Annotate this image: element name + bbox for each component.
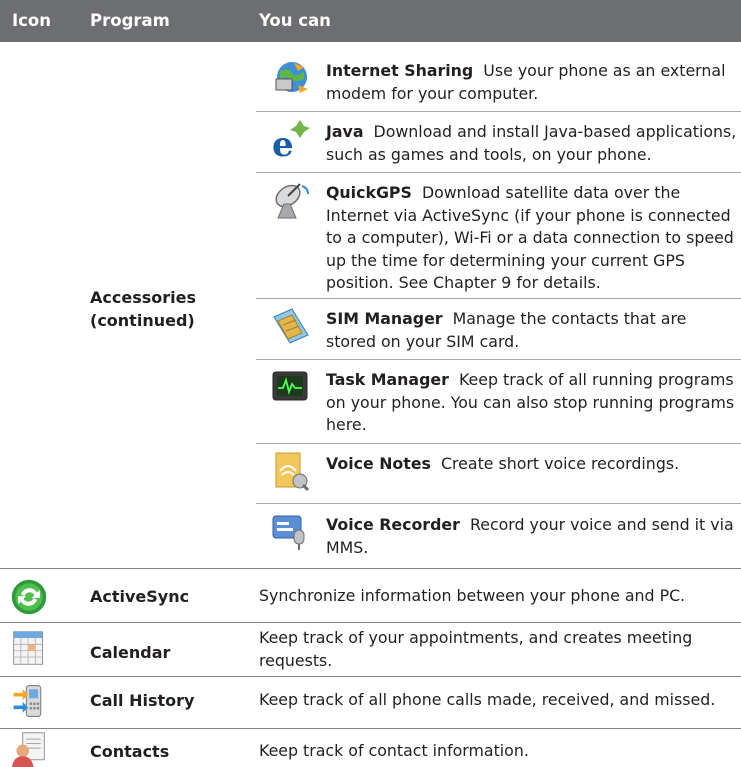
activesync-icon xyxy=(11,579,47,615)
contacts-icon xyxy=(11,732,45,767)
header-you-can: You can xyxy=(259,11,331,30)
quickgps-satellite-icon xyxy=(275,183,309,219)
divider xyxy=(0,622,741,623)
java-icon: e xyxy=(272,120,310,160)
desc-contacts: Keep track of contact information. xyxy=(259,741,529,760)
desc-call-history: Keep track of all phone calls made, rece… xyxy=(259,690,716,709)
divider xyxy=(256,503,741,504)
divider xyxy=(256,172,741,173)
divider xyxy=(0,676,741,677)
header-program: Program xyxy=(90,11,170,30)
item-sim-manager: SIM Manager Manage the contacts that are… xyxy=(326,309,687,351)
voice-recorder-icon xyxy=(272,515,305,550)
internet-sharing-icon xyxy=(275,62,308,93)
program-call-history: Call History xyxy=(90,691,195,710)
header-icon: Icon xyxy=(12,11,52,30)
calendar-icon xyxy=(13,631,44,665)
task-manager-icon xyxy=(272,371,308,401)
item-task-manager: Task Manager Keep track of all running p… xyxy=(326,370,735,435)
divider xyxy=(256,111,741,112)
divider xyxy=(0,728,741,729)
item-internet-sharing: Internet Sharing Use your phone as an ex… xyxy=(326,61,726,103)
svg-text:e: e xyxy=(272,125,294,160)
item-voice-recorder: Voice Recorder Record your voice and sen… xyxy=(326,515,734,557)
voice-notes-icon xyxy=(275,452,310,491)
program-accessories: Accessories (continued) xyxy=(90,288,196,330)
table-header: Icon Program You can xyxy=(0,0,741,42)
desc-activesync: Synchronize information between your pho… xyxy=(259,586,686,605)
divider xyxy=(256,443,741,444)
program-activesync: ActiveSync xyxy=(90,587,190,606)
program-contacts: Contacts xyxy=(90,742,170,761)
item-quickgps: QuickGPS Download satellite data over th… xyxy=(326,183,734,293)
program-calendar: Calendar xyxy=(90,643,171,662)
item-voice-notes: Voice Notes Create short voice recording… xyxy=(326,454,680,473)
sim-manager-icon xyxy=(273,308,309,344)
item-java: Java Download and install Java-based app… xyxy=(326,122,737,164)
desc-calendar: Keep track of your appointments, and cre… xyxy=(259,628,693,670)
divider xyxy=(256,359,741,360)
divider xyxy=(0,568,741,569)
call-history-icon xyxy=(13,685,42,717)
divider xyxy=(256,298,741,299)
